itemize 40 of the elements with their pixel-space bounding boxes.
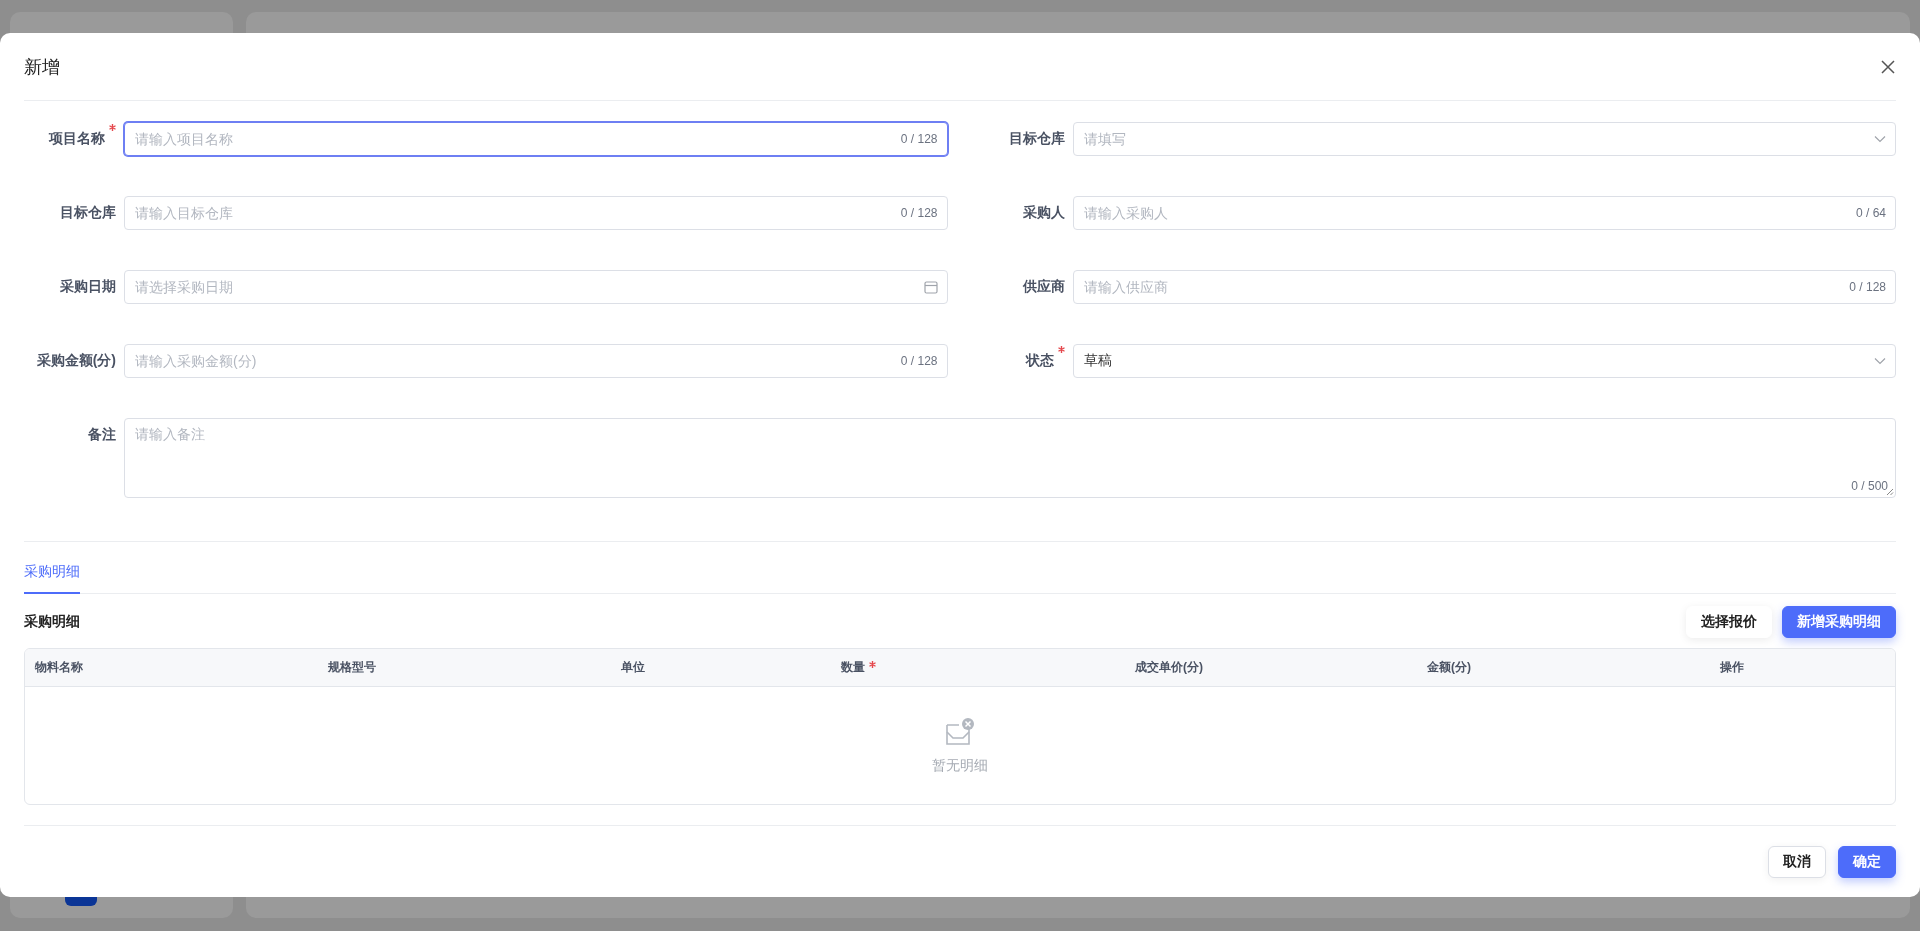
char-counter: 0 / 500 <box>1851 479 1888 493</box>
char-counter: 0 / 128 <box>900 354 938 368</box>
close-button[interactable] <box>1880 58 1896 75</box>
field-label: 备注 <box>88 426 116 444</box>
field-label: 目标仓库 <box>60 204 116 222</box>
column-header: 金额(分) <box>1427 659 1471 676</box>
select-field[interactable]: 请填写 <box>1072 122 1896 156</box>
select-field[interactable]: 草稿 <box>1072 344 1896 378</box>
column-header: 规格型号 <box>328 659 376 676</box>
calendar-icon <box>923 280 938 294</box>
chevron-down-icon <box>1874 135 1886 143</box>
field-label: 供应商 <box>1022 278 1065 296</box>
empty-inbox-icon <box>945 716 975 747</box>
char-counter: 0 / 128 <box>900 132 938 146</box>
char-counter: 0 / 128 <box>1849 280 1886 294</box>
chevron-down-icon <box>1874 357 1886 365</box>
field-label: 采购日期 <box>60 278 116 296</box>
column-header: 物料名称 <box>35 659 83 676</box>
date-field[interactable]: 请选择采购日期 <box>124 270 948 304</box>
secondary-button[interactable]: 取消 <box>1768 846 1826 878</box>
char-counter: 0 / 128 <box>900 206 938 220</box>
field-label: 项目名称 <box>49 130 105 148</box>
close-icon <box>1880 58 1896 75</box>
section-title: 采购明细 <box>24 613 80 631</box>
field-label: 采购人 <box>1022 204 1065 222</box>
field-label: 状态 <box>1025 352 1054 370</box>
column-header: 数量 <box>841 659 865 676</box>
primary-button[interactable]: 新增采购明细 <box>1782 606 1896 638</box>
secondary-button[interactable]: 选择报价 <box>1686 606 1772 638</box>
column-header: 操作 <box>1720 659 1744 676</box>
primary-button[interactable]: 确定 <box>1838 846 1896 878</box>
tab[interactable]: 采购明细 <box>24 563 80 594</box>
resize-handle-icon[interactable] <box>1886 488 1894 496</box>
column-header: 单位 <box>621 659 645 676</box>
empty-message: 暂无明细 <box>932 756 988 775</box>
column-header: 成交单价(分) <box>1135 659 1203 676</box>
dialog-title: 新增 <box>24 55 60 79</box>
field-label: 采购金额(分) <box>36 352 116 370</box>
char-counter: 0 / 64 <box>1855 206 1886 220</box>
field-label: 目标仓库 <box>1008 130 1065 148</box>
